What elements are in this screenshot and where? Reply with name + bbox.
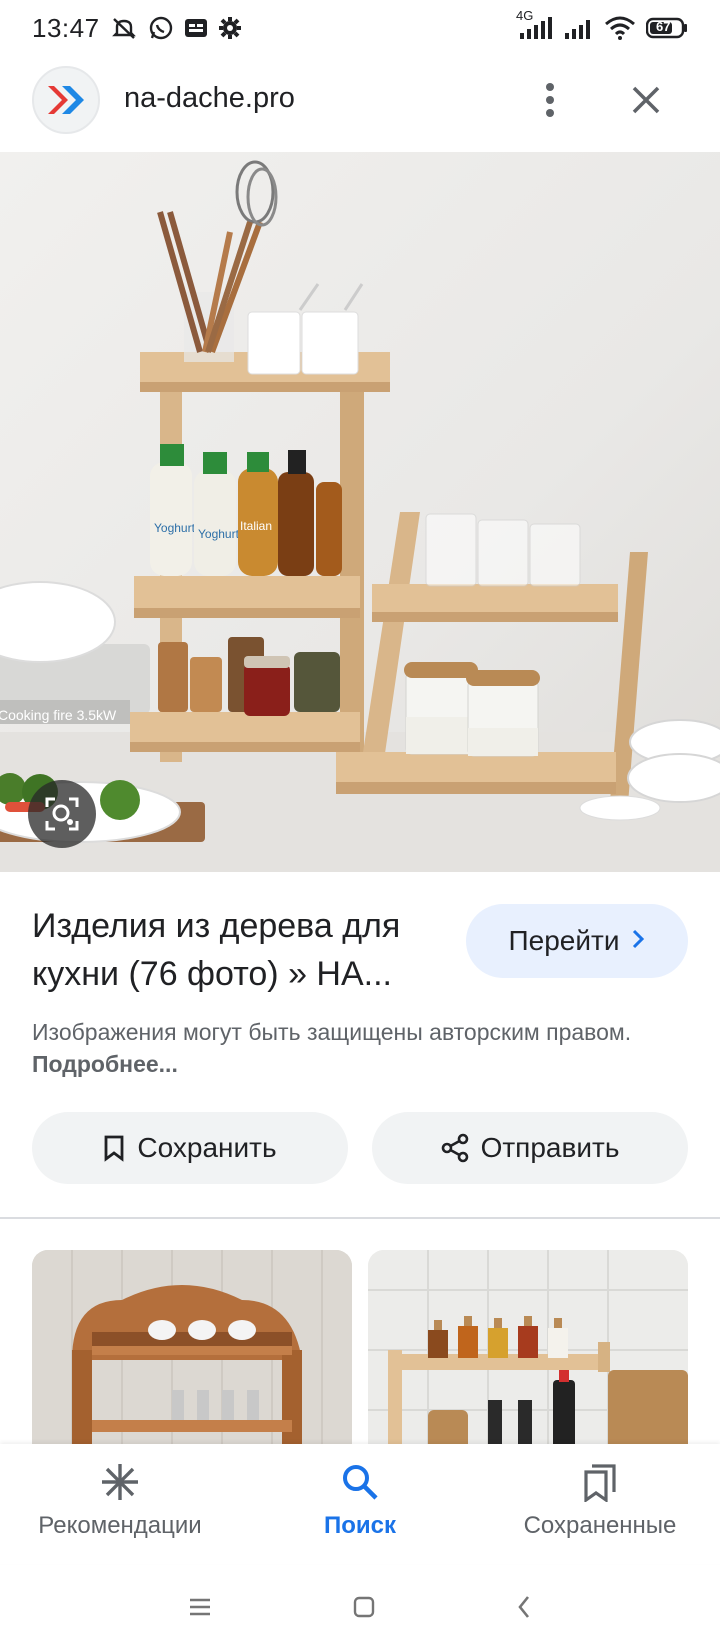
more-vert-icon (546, 83, 554, 117)
bottle-label-3: Italian (240, 519, 272, 533)
nav-item-search[interactable]: Поиск (240, 1444, 480, 1564)
settings-gear-icon (218, 16, 242, 40)
share-icon (441, 1133, 468, 1163)
chevron-right-icon (631, 925, 645, 957)
search-icon (343, 1465, 378, 1500)
viewer-header: na-dache.pro (0, 62, 720, 142)
related-image-1[interactable] (32, 1250, 352, 1450)
asterisk-icon (102, 1464, 138, 1500)
nav-label-search: Поиск (323, 1512, 397, 1539)
copyright-text: Изображения могут быть защищены авторски… (32, 1019, 632, 1045)
wifi-icon (604, 16, 636, 40)
visit-button-label: Перейти (508, 925, 620, 956)
close-button[interactable] (622, 76, 670, 124)
status-notification-icons (110, 14, 242, 42)
site-domain[interactable]: na-dache.pro (124, 82, 295, 115)
save-button-label: Сохранить (137, 1132, 277, 1163)
result-title[interactable]: Изделия из дерева для кухни (76 фото) » … (32, 902, 452, 998)
stove-text: Cooking fire 3.5kW (0, 707, 117, 723)
share-button-label: Отправить (480, 1132, 620, 1163)
nav-label-saved: Сохраненные (523, 1512, 677, 1539)
nav-label-recommendations: Рекомендации (38, 1512, 202, 1539)
spice-shelf-thumbnail (368, 1250, 688, 1450)
section-divider (0, 1217, 720, 1219)
save-button[interactable]: Сохранить (32, 1112, 348, 1184)
site-logo[interactable] (32, 66, 100, 134)
back-chevron-icon[interactable] (516, 1594, 532, 1620)
main-result-image[interactable]: Cooking fire 3.5kW Yoghurt Yoghurt Itali… (0, 152, 720, 872)
copyright-notice: Изображения могут быть защищены авторски… (32, 1016, 672, 1080)
more-options-button[interactable] (530, 76, 570, 124)
site-logo-icon (48, 86, 84, 114)
bottom-navigation: Рекомендации Поиск Сохраненные (0, 1444, 720, 1564)
status-system-icons: 4G 67 (516, 8, 688, 40)
bottle-label-2: Yoghurt (198, 527, 240, 541)
related-image-2[interactable] (368, 1250, 688, 1450)
network-label: 4G (516, 8, 534, 23)
share-button[interactable]: Отправить (372, 1112, 688, 1184)
lens-search-button[interactable] (28, 780, 96, 848)
wooden-spice-rack-thumbnail (32, 1250, 352, 1450)
system-navigation-bar (0, 1564, 720, 1650)
nav-item-recommendations[interactable]: Рекомендации (0, 1444, 240, 1564)
message-icon (184, 17, 208, 39)
home-square-icon[interactable] (352, 1595, 376, 1619)
close-icon (632, 86, 660, 114)
saved-icon (584, 1464, 616, 1502)
battery-level: 67 (656, 19, 671, 34)
lens-icon (45, 797, 79, 831)
battery-icon: 67 (646, 17, 688, 39)
kitchen-shelves-illustration: Cooking fire 3.5kW Yoghurt Yoghurt Itali… (0, 160, 720, 872)
signal-4g-icon: 4G (516, 8, 554, 40)
learn-more-link[interactable]: Подробнее... (32, 1051, 178, 1077)
status-time: 13:47 (32, 12, 100, 43)
bottle-label-1: Yoghurt (154, 521, 196, 535)
bookmark-icon (105, 1135, 124, 1162)
status-bar: 13:47 4G 67 (0, 0, 720, 56)
recents-menu-icon[interactable] (188, 1597, 212, 1617)
nav-item-saved[interactable]: Сохраненные (480, 1444, 720, 1564)
whatsapp-icon (148, 15, 174, 41)
signal-icon (564, 16, 594, 40)
visit-button[interactable]: Перейти (466, 904, 688, 978)
muted-bell-icon (110, 14, 138, 42)
